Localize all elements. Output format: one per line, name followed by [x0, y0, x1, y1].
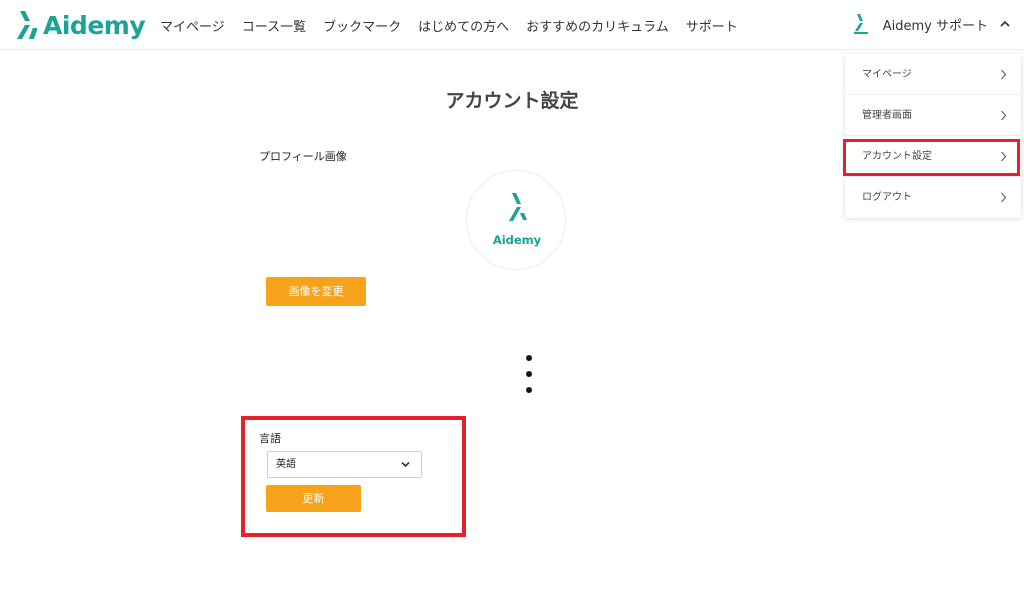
change-image-button[interactable]: 画像を変更	[266, 277, 366, 306]
nav-support[interactable]: サポート	[686, 16, 738, 35]
nav-mypage[interactable]: マイページ	[160, 16, 225, 35]
nav-recommended-curriculum[interactable]: おすすめのカリキュラム	[526, 16, 669, 35]
profile-image-label: プロフィール画像	[259, 150, 347, 163]
dot	[526, 371, 532, 377]
brand-logo[interactable]: Aidemy	[17, 10, 146, 40]
page-title: アカウント設定	[445, 90, 579, 112]
chevron-right-icon	[1001, 192, 1007, 203]
aidemy-logo-icon	[17, 11, 37, 39]
language-label: 言語	[259, 432, 281, 445]
nav-courses[interactable]: コース一覧	[242, 16, 306, 35]
dot	[526, 355, 532, 361]
chevron-right-icon	[1001, 69, 1007, 80]
nav-bookmarks[interactable]: ブックマーク	[323, 16, 401, 35]
top-header: Aidemy マイページ コース一覧 ブックマーク はじめての方へ おすすめのカ…	[0, 0, 1024, 50]
language-select[interactable]: 英語	[267, 451, 422, 478]
main-nav: マイページ コース一覧 ブックマーク はじめての方へ おすすめのカリキュラム サ…	[160, 16, 755, 35]
nav-beginners[interactable]: はじめての方へ	[418, 16, 509, 35]
user-name: Aidemy サポート	[882, 18, 988, 34]
chevron-down-icon	[401, 461, 410, 468]
user-menu-toggle[interactable]: Aidemy サポート	[853, 14, 1010, 34]
dropdown-item-account-settings[interactable]: アカウント設定	[845, 136, 1021, 177]
dropdown-item-logout[interactable]: ログアウト	[845, 177, 1021, 218]
ellipsis-vertical-icon	[526, 355, 532, 403]
chevron-right-icon	[1001, 151, 1007, 162]
avatar-brand-text: Aidemy	[492, 233, 542, 247]
language-selected-value: 英語	[276, 459, 296, 470]
update-button[interactable]: 更新	[266, 485, 361, 512]
brand-name: Aidemy	[43, 10, 146, 40]
user-dropdown-menu: マイページ 管理者画面 アカウント設定 ログアウト	[845, 54, 1021, 218]
avatar: Aidemy	[466, 170, 566, 270]
chevron-up-icon	[1000, 20, 1010, 27]
dropdown-item-label: ログアウト	[862, 192, 912, 203]
dropdown-item-label: マイページ	[862, 69, 912, 80]
dot	[526, 387, 532, 393]
aidemy-logo-icon	[853, 14, 868, 34]
aidemy-logo-icon	[509, 193, 527, 221]
dropdown-item-label: アカウント設定	[862, 151, 932, 162]
